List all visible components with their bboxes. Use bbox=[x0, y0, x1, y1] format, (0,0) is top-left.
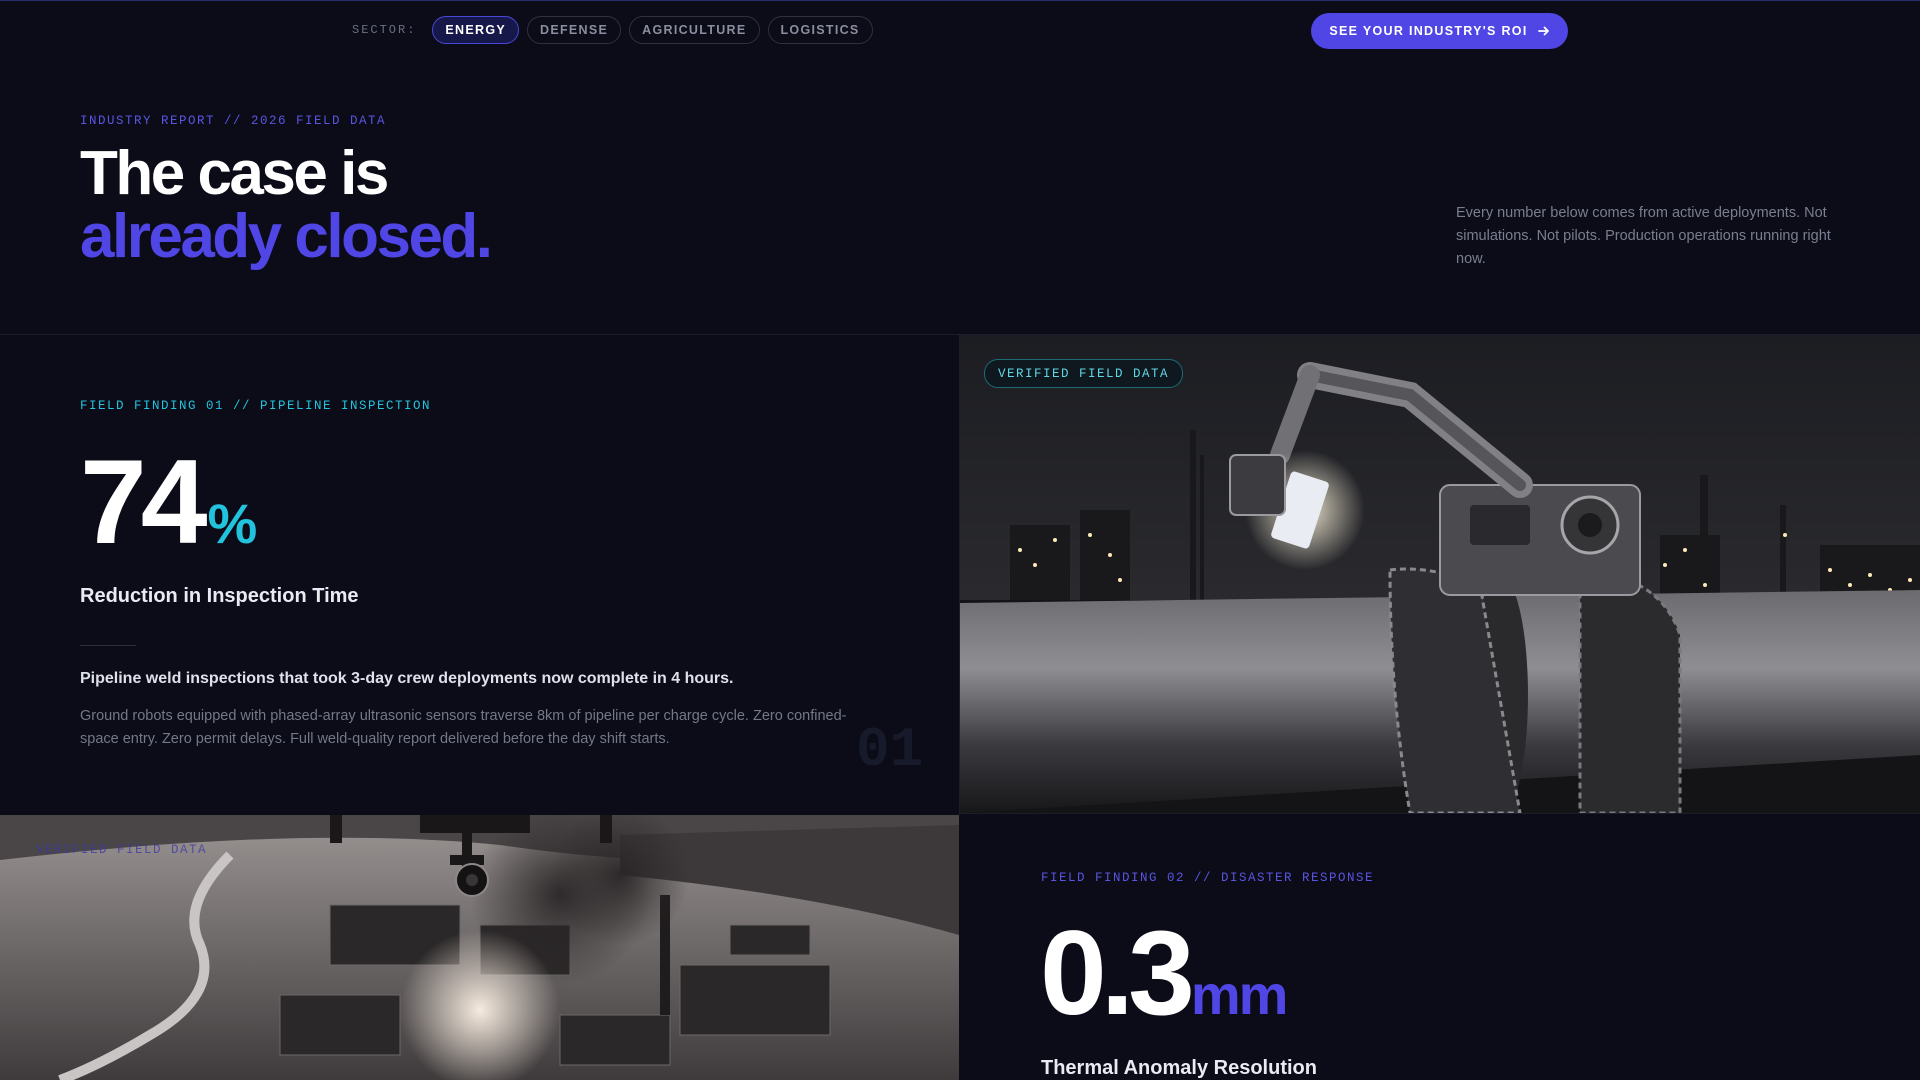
finding-01-lead: Pipeline weld inspections that took 3-da… bbox=[80, 670, 734, 687]
finding-01-subtitle: Reduction in Inspection Time bbox=[80, 585, 359, 607]
arrow-right-icon bbox=[1537, 25, 1550, 37]
sector-label: SECTOR: bbox=[352, 23, 417, 37]
hero-eyebrow: INDUSTRY REPORT // 2026 FIELD DATA bbox=[80, 114, 387, 128]
finding-02-unit: mm bbox=[1190, 963, 1289, 1026]
roi-cta-label: SEE YOUR INDUSTRY'S ROI bbox=[1329, 24, 1528, 38]
finding-02-eyebrow: FIELD FINDING 02 // DISASTER RESPONSE bbox=[1041, 871, 1375, 885]
hero-title: The case is already closed. bbox=[80, 139, 493, 271]
finding-01-eyebrow: FIELD FINDING 01 // PIPELINE INSPECTION bbox=[80, 399, 432, 413]
sector-pill-logistics[interactable]: LOGISTICS bbox=[767, 16, 873, 44]
finding-02-value: 0.3 bbox=[1040, 906, 1195, 1040]
finding-01-index: 01 bbox=[856, 718, 924, 782]
finding-01-value: 74 bbox=[80, 435, 208, 569]
finding-01-unit: % bbox=[207, 492, 257, 555]
hero-description: Every number below comes from active dep… bbox=[1456, 205, 1831, 267]
top-border bbox=[0, 0, 1920, 1]
finding-01-body: Ground robots equipped with phased-array… bbox=[80, 708, 847, 747]
sector-pill-agriculture[interactable]: AGRICULTURE bbox=[629, 16, 760, 44]
sector-pill-defense[interactable]: DEFENSE bbox=[527, 16, 622, 44]
hero-title-line1: The case is bbox=[80, 139, 389, 208]
finding-02-stat: 0.3 mm bbox=[1040, 906, 1289, 1040]
roi-cta-button[interactable]: SEE YOUR INDUSTRY'S ROI bbox=[1311, 13, 1568, 49]
pipeline-robot-image bbox=[960, 335, 1920, 813]
verified-field-data-badge: VERIFIED FIELD DATA bbox=[984, 359, 1184, 388]
hero-title-line2: already closed. bbox=[80, 202, 493, 271]
finding-01-rule bbox=[80, 645, 136, 646]
verified-field-data-badge-2: VERIFIED FIELD DATA bbox=[36, 843, 208, 857]
finding-02-subtitle: Thermal Anomaly Resolution bbox=[1041, 1057, 1317, 1079]
sector-filter: SECTOR: ENERGY DEFENSE AGRICULTURE LOGIS… bbox=[352, 16, 881, 44]
row-divider bbox=[960, 813, 1920, 814]
sector-pill-energy[interactable]: ENERGY bbox=[432, 16, 520, 44]
finding-01-stat: 74 % bbox=[80, 435, 257, 569]
